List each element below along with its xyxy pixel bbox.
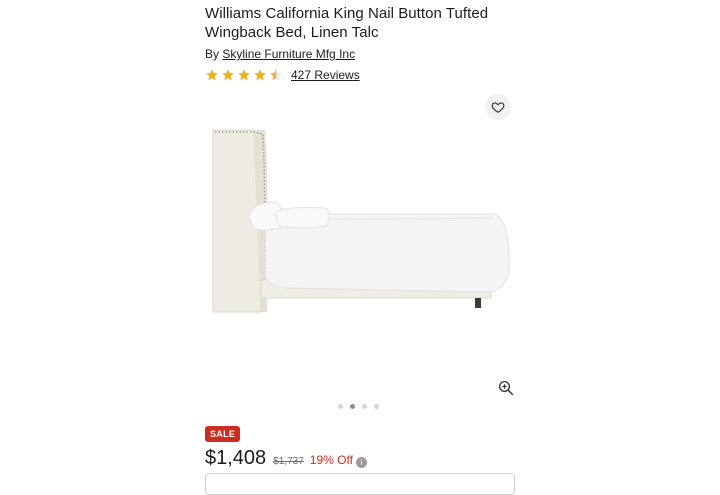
carousel-dot-active[interactable] bbox=[350, 404, 355, 409]
carousel-dot[interactable] bbox=[338, 404, 343, 409]
star-icon bbox=[222, 69, 234, 81]
star-rating bbox=[205, 68, 283, 82]
by-prefix: By bbox=[205, 47, 220, 61]
option-selector[interactable] bbox=[205, 473, 515, 495]
favorite-button[interactable] bbox=[485, 94, 511, 120]
brand-link[interactable]: Skyline Furniture Mfg Inc bbox=[222, 47, 355, 61]
star-icon bbox=[254, 69, 266, 81]
original-price: $1,737 bbox=[273, 456, 304, 467]
info-icon[interactable]: i bbox=[355, 457, 367, 468]
sale-price: $1,408 bbox=[205, 447, 267, 469]
heart-icon bbox=[491, 102, 505, 113]
rating-row[interactable]: 427 Reviews bbox=[205, 66, 515, 84]
product-title: Williams California King Nail Button Tuf… bbox=[205, 5, 489, 41]
product-image[interactable] bbox=[205, 122, 515, 322]
reviews-link[interactable]: 427 Reviews bbox=[291, 68, 360, 82]
brand-line: By Skyline Furniture Mfg Inc bbox=[205, 47, 515, 61]
product-header: Williams California King Nail Button Tuf… bbox=[205, 0, 515, 84]
zoom-icon[interactable] bbox=[497, 379, 515, 397]
product-gallery[interactable] bbox=[205, 92, 515, 414]
carousel-dot[interactable] bbox=[362, 404, 367, 409]
discount-label: 19% Off bbox=[309, 453, 353, 467]
pricing-section: SALE $1,408 $1,737 19% Off i bbox=[205, 424, 515, 470]
half-star-icon bbox=[270, 69, 282, 81]
star-icon bbox=[206, 69, 218, 81]
carousel-dot[interactable] bbox=[374, 404, 379, 409]
sale-badge: SALE bbox=[205, 426, 241, 442]
price-row: $1,408 $1,737 19% Off i bbox=[205, 447, 515, 470]
star-icon bbox=[238, 69, 250, 81]
carousel-dots[interactable] bbox=[338, 404, 379, 409]
